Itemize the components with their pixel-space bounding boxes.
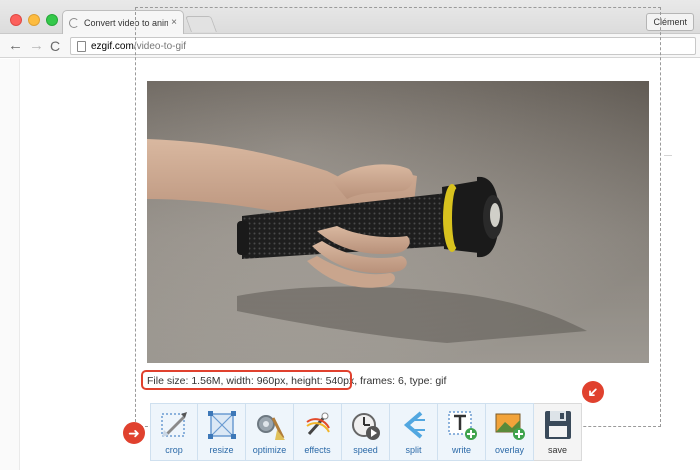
effects-icon xyxy=(305,412,330,436)
arrow-right-badge-icon: ➜ xyxy=(123,422,145,444)
overlay-button[interactable]: overlay xyxy=(486,403,534,461)
optimize-icon xyxy=(256,415,285,440)
crop-icon xyxy=(161,412,187,437)
minimize-window-button[interactable] xyxy=(28,14,40,26)
tool-label: resize xyxy=(209,445,234,455)
gif-preview-image xyxy=(147,81,649,363)
tool-label: effects xyxy=(304,445,331,455)
speed-button[interactable]: speed xyxy=(342,403,390,461)
tool-label: overlay xyxy=(494,445,524,455)
save-icon xyxy=(544,411,571,439)
dimensions-highlight xyxy=(141,370,352,390)
write-icon xyxy=(447,411,477,440)
badge-arrow-glyph: ➜ xyxy=(128,424,140,441)
tool-label: speed xyxy=(353,445,378,455)
left-margin xyxy=(0,59,20,470)
url-host: ezgif.com xyxy=(91,40,134,52)
split-button[interactable]: split xyxy=(390,403,438,461)
crop-button[interactable]: crop xyxy=(150,403,198,461)
tool-label: crop xyxy=(165,445,183,455)
tool-label: optimize xyxy=(252,445,287,455)
split-icon xyxy=(403,411,425,439)
save-button[interactable]: save xyxy=(534,403,582,461)
resize-icon xyxy=(207,411,236,439)
back-button[interactable]: ← xyxy=(8,37,23,55)
arrow-down-left-badge-icon: ➜ xyxy=(582,381,604,403)
loading-spinner-icon xyxy=(69,17,79,28)
effects-button[interactable]: effects xyxy=(294,403,342,461)
flashlight-photo xyxy=(147,81,649,363)
maximize-window-button[interactable] xyxy=(46,14,58,26)
tool-label: write xyxy=(451,445,471,455)
scroll-marker xyxy=(664,155,672,156)
page-icon xyxy=(77,40,86,52)
tool-label: split xyxy=(405,445,422,455)
optimize-button[interactable]: optimize xyxy=(246,403,294,461)
reload-button[interactable]: C xyxy=(50,37,60,55)
write-button[interactable]: write xyxy=(438,403,486,461)
tool-label: save xyxy=(547,445,567,455)
forward-button[interactable]: → xyxy=(29,37,44,55)
badge-arrow-glyph: ➜ xyxy=(583,382,604,403)
speed-icon xyxy=(351,413,380,440)
close-window-button[interactable] xyxy=(10,14,22,26)
overlay-icon xyxy=(495,413,525,440)
resize-button[interactable]: resize xyxy=(198,403,246,461)
gif-tools-bar: crop resize optimize effects speed split… xyxy=(150,403,582,461)
